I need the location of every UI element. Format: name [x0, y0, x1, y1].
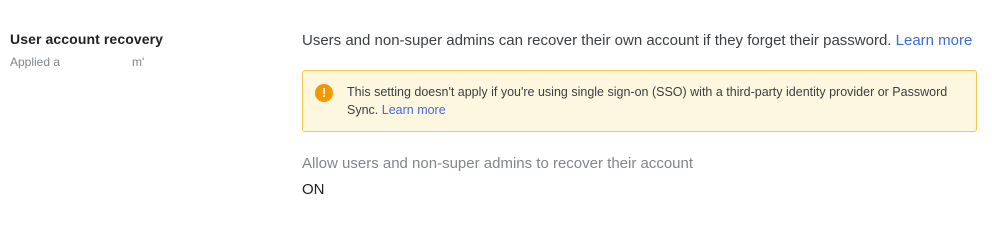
setting-title: User account recovery [10, 31, 164, 47]
exclamation-icon: ! [315, 84, 333, 102]
applied-suffix: m' [132, 55, 145, 69]
recovery-toggle-value[interactable]: ON [302, 180, 982, 200]
description-text: Users and non-super admins can recover t… [302, 32, 896, 49]
applied-prefix: Applied a [10, 55, 61, 69]
setting-description: Users and non-super admins can recover t… [302, 30, 982, 52]
learn-more-link[interactable]: Learn more [896, 32, 973, 49]
notice-text: This setting doesn't apply if you're usi… [347, 83, 960, 119]
sso-notice: ! This setting doesn't apply if you're u… [302, 70, 977, 132]
setting-content: Users and non-super admins can recover t… [302, 30, 982, 200]
notice-learn-more-link[interactable]: Learn more [382, 103, 446, 117]
recovery-toggle-label: Allow users and non-super admins to reco… [302, 155, 694, 172]
redacted-text [60, 57, 133, 68]
setting-header: User account recovery Applied a m' [10, 30, 270, 70]
applied-scope: Applied a m' [10, 54, 270, 70]
